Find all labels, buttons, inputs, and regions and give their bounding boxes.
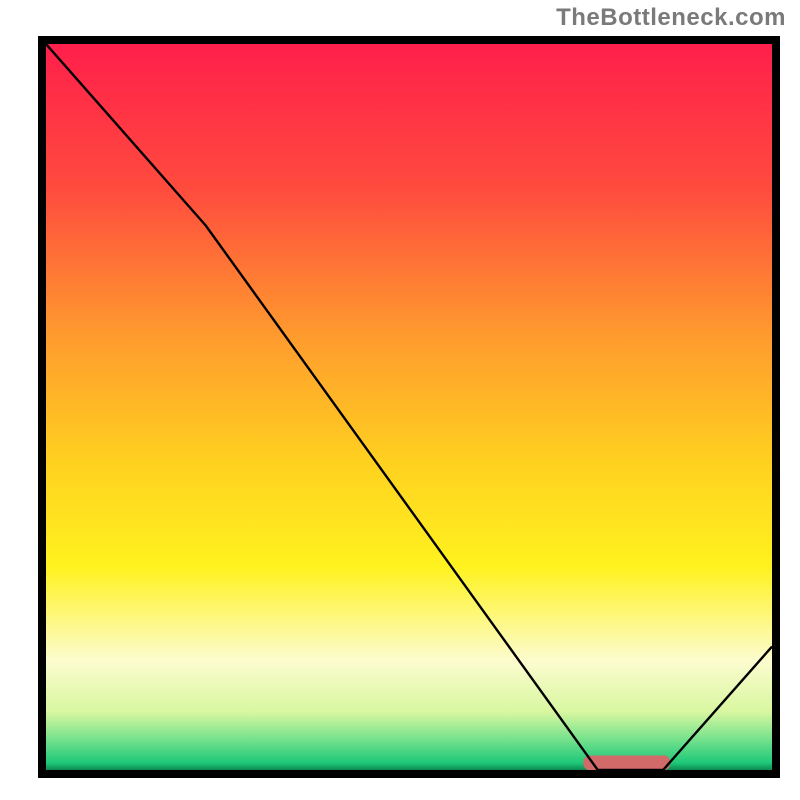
- chart-svg: [46, 44, 772, 770]
- plot-area: [46, 44, 772, 770]
- chart-background: [46, 44, 772, 770]
- watermark-text: TheBottleneck.com: [556, 4, 786, 32]
- plot-border: [38, 36, 780, 778]
- chart-frame: TheBottleneck.com: [0, 0, 800, 800]
